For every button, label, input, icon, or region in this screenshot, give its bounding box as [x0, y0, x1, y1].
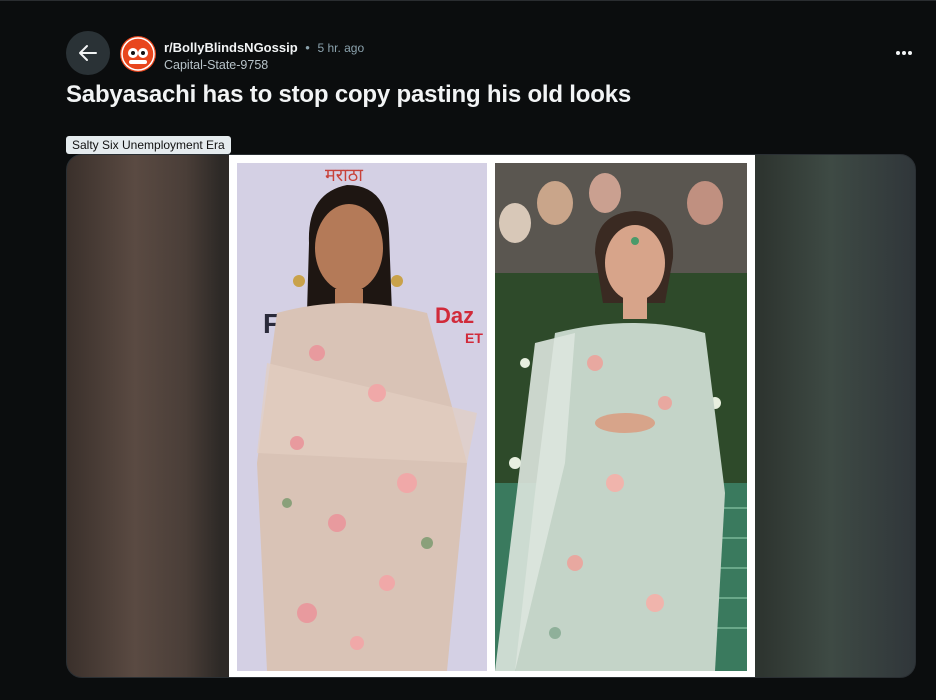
- photo-right-illustration: [495, 163, 747, 671]
- subreddit-link[interactable]: r/BollyBlindsNGossip: [164, 40, 298, 55]
- sponsor-logo-text: Daz: [435, 303, 474, 328]
- post-view: r/BollyBlindsNGossip • 5 hr. ago Capital…: [0, 0, 936, 700]
- sponsor-logo-sub: ET: [465, 330, 483, 346]
- subreddit-logo-icon: [121, 37, 155, 71]
- post-image[interactable]: मराठा F Daz ET: [229, 155, 755, 677]
- post-flair[interactable]: Salty Six Unemployment Era: [66, 136, 231, 154]
- image-panel-right: [495, 163, 747, 671]
- banner-text: मराठा: [325, 165, 363, 186]
- photo-left-illustration: मराठा F Daz ET: [237, 163, 487, 671]
- post-image-container[interactable]: मराठा F Daz ET: [66, 154, 916, 678]
- arrow-left-icon: [79, 45, 97, 61]
- subreddit-avatar[interactable]: [120, 36, 156, 72]
- post-title: Sabyasachi has to stop copy pasting his …: [66, 81, 631, 108]
- image-panel-left: मराठा F Daz ET: [237, 163, 487, 671]
- more-options-button[interactable]: [890, 41, 918, 65]
- post-time: 5 hr. ago: [317, 41, 365, 55]
- back-button[interactable]: [66, 31, 110, 75]
- more-horizontal-icon: [896, 51, 912, 55]
- post-meta: r/BollyBlindsNGossip • 5 hr. ago Capital…: [164, 39, 364, 74]
- author-link[interactable]: Capital-State-9758: [164, 57, 364, 74]
- meta-separator: •: [305, 40, 310, 55]
